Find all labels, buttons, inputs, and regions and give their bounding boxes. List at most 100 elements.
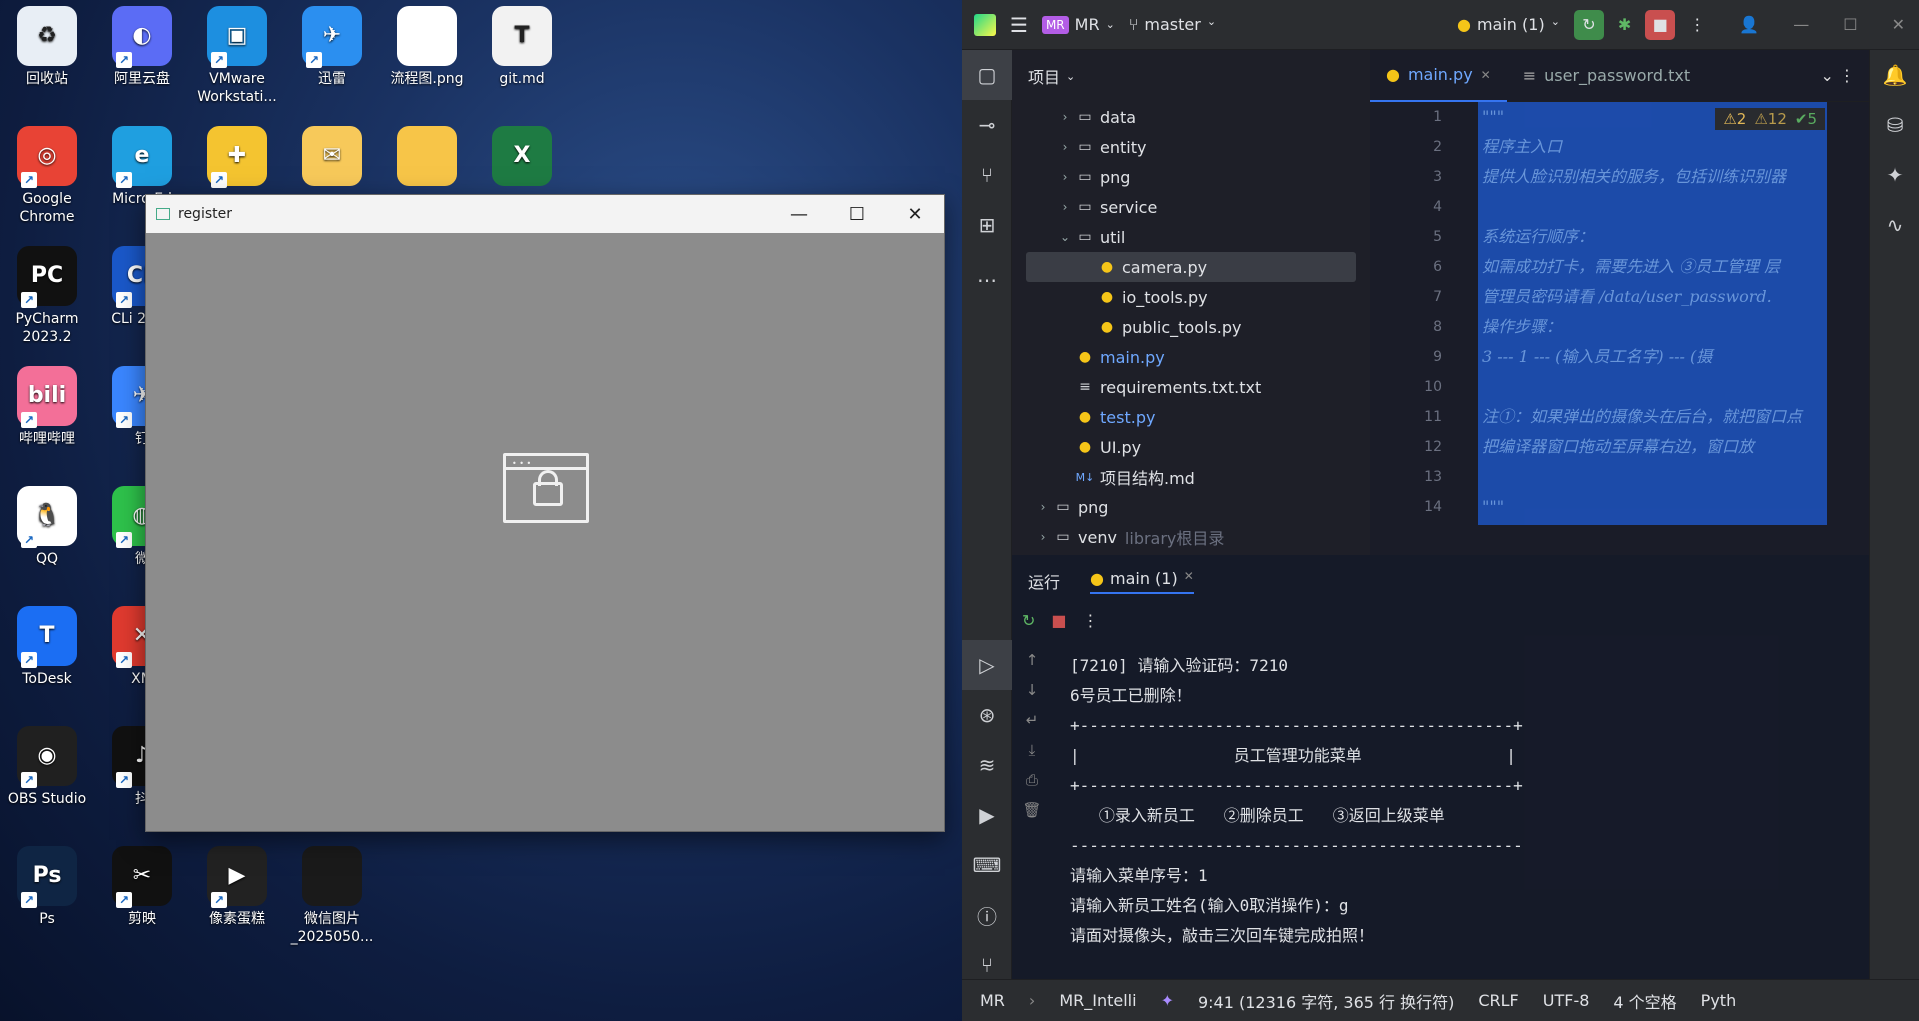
maximize-button[interactable]: ☐ <box>828 204 886 225</box>
desktop-icon[interactable]: bili ↗ 哔哩哔哩 <box>0 366 94 448</box>
register-titlebar[interactable]: register — ☐ ✕ <box>146 195 944 233</box>
more-icon[interactable]: ⋮ <box>1083 611 1099 630</box>
run-tab[interactable]: ● main (1) ✕ <box>1090 569 1194 594</box>
chevron-icon[interactable]: › <box>1034 530 1052 544</box>
close-tab-icon[interactable]: ✕ <box>1481 68 1491 82</box>
notifications-icon[interactable]: 🔔 <box>1870 50 1919 100</box>
main-menu-icon[interactable]: ☰ <box>1010 13 1028 37</box>
soft-wrap-icon[interactable]: ↵ <box>1012 711 1052 741</box>
tree-item[interactable]: › ▭ png <box>1012 492 1370 522</box>
desktop-icon[interactable]: PC ↗ PyCharm 2023.2 <box>0 246 94 346</box>
terminal-icon[interactable]: ⌨ <box>962 840 1012 890</box>
sciview-icon[interactable]: ∿ <box>1870 200 1919 250</box>
tree-item[interactable]: ● main.py <box>1012 342 1370 372</box>
stop-button[interactable]: ■ <box>1645 9 1676 40</box>
desktop-icon[interactable]: X <box>475 126 569 190</box>
desktop-icon[interactable]: ✚ ↗ <box>190 126 284 190</box>
project-panel-header[interactable]: 项目 ⌄ <box>1012 50 1370 102</box>
python-console-icon[interactable]: ⊛ <box>962 690 1012 740</box>
line-separator[interactable]: CRLF <box>1478 991 1518 1010</box>
console-output[interactable]: [7210] 请输入验证码：7210 6号员工已删除！ +-------------… <box>1070 651 1523 951</box>
chevron-icon[interactable]: › <box>1056 200 1074 214</box>
tree-item[interactable]: › ▭ png <box>1012 162 1370 192</box>
more-actions-icon[interactable]: ⋮ <box>1689 15 1705 34</box>
caret-position[interactable]: 9:41 (12316 字符, 365 行 换行符) <box>1198 989 1454 1013</box>
chevron-icon[interactable]: › <box>1056 140 1074 154</box>
debug-button[interactable]: ✱ <box>1618 15 1631 34</box>
close-tab-icon[interactable]: ✕ <box>1184 569 1194 588</box>
clear-icon[interactable]: 🗑 <box>1012 801 1052 831</box>
tree-item[interactable]: ● UI.py <box>1012 432 1370 462</box>
window-maximize-button[interactable]: ☐ <box>1843 15 1857 34</box>
commit-icon[interactable]: ⊸ <box>962 100 1012 150</box>
project-folder-icon[interactable]: ▢ <box>962 50 1012 100</box>
tree-item[interactable]: M↓ 项目结构.md <box>1012 462 1370 492</box>
interpreter[interactable]: Pyth <box>1701 991 1737 1010</box>
chevron-icon[interactable]: › <box>1034 500 1052 514</box>
desktop-icon[interactable]: Ps ↗ Ps <box>0 846 94 928</box>
indent-setting[interactable]: 4 个空格 <box>1613 989 1676 1013</box>
minimize-button[interactable]: — <box>770 204 828 225</box>
desktop-icon[interactable]: Tgit.md <box>475 6 569 88</box>
desktop-icon[interactable]: ◉ ↗ OBS Studio <box>0 726 94 808</box>
desktop-icon[interactable]: 流程图.png <box>380 6 474 88</box>
desktop-icon[interactable]: ▶ ↗ 像素蛋糕 <box>190 846 284 928</box>
tree-item[interactable]: ● io_tools.py <box>1012 282 1370 312</box>
structure-icon[interactable]: ⊞ <box>962 200 1012 250</box>
tree-item[interactable]: ≡ requirements.txt.txt <box>1012 372 1370 402</box>
run-tool-icon[interactable]: ▷ <box>962 640 1012 690</box>
more-tools-icon[interactable]: … <box>962 250 1012 300</box>
editor-tab[interactable]: ≡ user_password.txt <box>1507 50 1706 102</box>
desktop-icon[interactable]: ◎ ↗ Google Chrome <box>0 126 94 226</box>
ai-icon[interactable]: ✦ <box>1161 991 1174 1010</box>
desktop-icon[interactable]: 🐧 ↗ QQ <box>0 486 94 568</box>
tree-item[interactable]: › ▭ data <box>1012 102 1370 132</box>
project-selector[interactable]: MR MR ⌄ <box>1041 15 1115 34</box>
code-area[interactable]: ⚠2 ⚠12 ✔5 """ 程序主入口 提供人脸识别相关的服务，包括训练识别器 系统运… <box>1478 102 1827 525</box>
ai-assistant-icon[interactable]: ✦ <box>1870 150 1919 200</box>
pull-request-icon[interactable]: ⑂ <box>962 150 1012 200</box>
desktop-icon[interactable] <box>380 126 474 190</box>
tree-item[interactable]: › ▭ entity <box>1012 132 1370 162</box>
inspection-widget[interactable]: ⚠2 ⚠12 ✔5 <box>1715 108 1825 130</box>
scroll-up-icon[interactable]: ↑ <box>1012 651 1052 681</box>
breadcrumb-module[interactable]: MR_Intelli <box>1059 991 1136 1010</box>
problems-icon[interactable]: ⓘ <box>962 890 1012 940</box>
database-icon[interactable]: ⛁ <box>1870 100 1919 150</box>
tree-item[interactable]: › ▭ venv library根目录 <box>1012 522 1370 552</box>
scroll-to-end-icon[interactable]: ⤓ <box>1012 741 1052 771</box>
tab-actions-icon[interactable]: ⌄ ⋮ <box>1821 66 1870 85</box>
desktop-icon[interactable]: ✂ ↗ 剪映 <box>95 846 189 928</box>
desktop-icon[interactable]: ♻ 回收站 <box>0 6 94 88</box>
add-user-icon[interactable]: 👤 <box>1739 15 1759 34</box>
window-close-button[interactable]: ✕ <box>1892 15 1905 34</box>
close-button[interactable]: ✕ <box>886 204 944 225</box>
layers-icon[interactable]: ≋ <box>962 740 1012 790</box>
tree-item[interactable]: ● public_tools.py <box>1012 312 1370 342</box>
desktop-icon[interactable]: ▣ ↗ VMware Workstati... <box>190 6 284 106</box>
branch-selector[interactable]: ⑂ master ⌄ <box>1129 15 1216 34</box>
desktop-icon[interactable]: ✈ ↗ 迅雷 <box>285 6 379 88</box>
editor-tab[interactable]: ● main.py ✕ <box>1370 50 1507 102</box>
scroll-down-icon[interactable]: ↓ <box>1012 681 1052 711</box>
tree-item[interactable]: ● test.py <box>1012 402 1370 432</box>
tree-item[interactable]: ⌄ ▭ util <box>1012 222 1370 252</box>
desktop-icon[interactable]: ◐ ↗ 阿里云盘 <box>95 6 189 88</box>
run-config-selector[interactable]: ● main (1) ⌄ <box>1457 15 1560 34</box>
stop-icon[interactable]: ■ <box>1051 611 1066 630</box>
chevron-icon[interactable]: › <box>1056 170 1074 184</box>
desktop-icon[interactable]: T ↗ ToDesk <box>0 606 94 688</box>
chevron-icon[interactable]: ⌄ <box>1056 230 1074 244</box>
tree-item[interactable]: › ▭ service <box>1012 192 1370 222</box>
rerun-icon[interactable]: ↻ <box>1022 611 1035 630</box>
services-icon[interactable]: ▶ <box>962 790 1012 840</box>
desktop-icon[interactable]: ✉ <box>285 126 379 190</box>
rerun-button[interactable]: ↻ <box>1573 9 1604 40</box>
print-icon[interactable]: ⎙ <box>1012 771 1052 801</box>
window-minimize-button[interactable]: — <box>1793 15 1809 34</box>
chevron-icon[interactable]: › <box>1056 110 1074 124</box>
tree-item[interactable]: ● camera.py <box>1026 252 1356 282</box>
desktop-icon[interactable]: 微信图片 _2025050... <box>285 846 379 946</box>
register-window[interactable]: register — ☐ ✕ • • • <box>145 194 945 832</box>
breadcrumb-project[interactable]: MR <box>980 991 1005 1010</box>
